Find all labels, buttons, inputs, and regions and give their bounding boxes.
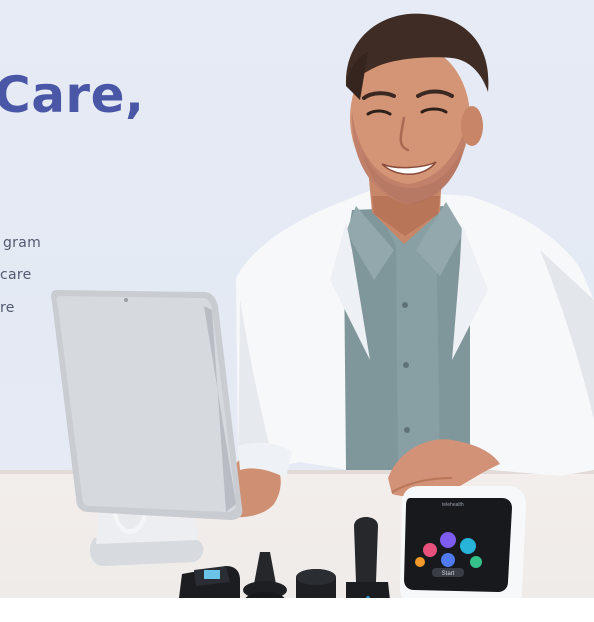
pulse-oximeter xyxy=(179,566,240,598)
bottom-strip xyxy=(0,598,594,622)
stethoscope-tip xyxy=(296,569,336,598)
accessories-group: Start telehealth xyxy=(179,486,526,598)
device-brand-label: telehealth xyxy=(442,502,464,508)
device-start-label: Start xyxy=(442,571,455,577)
hero-banner: Care, gram care re Start telehealth xyxy=(0,0,594,598)
handheld-exam-device: Start telehealth xyxy=(400,486,526,598)
otoscope-tip xyxy=(243,552,287,598)
thermometer-tip xyxy=(346,517,390,598)
